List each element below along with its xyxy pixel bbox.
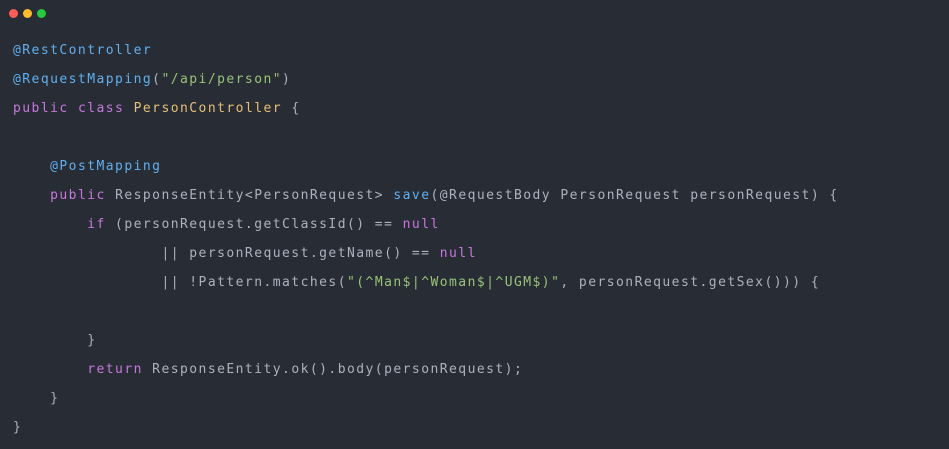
keyword-token: public bbox=[50, 188, 106, 203]
string-token: "/api/person" bbox=[161, 72, 283, 87]
keyword-token: null bbox=[439, 246, 477, 261]
type-token: ResponseEntity<PersonRequest> bbox=[115, 188, 385, 203]
code-line-9: || !Pattern.matches("(^Man$|^Woman$|^UGM… bbox=[13, 268, 839, 297]
code-line-2: @RequestMapping("/api/person") bbox=[13, 65, 839, 94]
code-line-7: if (personRequest.getClassId() == null bbox=[13, 210, 839, 239]
code-line-3: public class PersonController { bbox=[13, 94, 839, 123]
expression-token: || personRequest.getName() == bbox=[161, 246, 440, 261]
class-name-token: PersonController bbox=[133, 101, 283, 116]
args-token: (@RequestBody PersonRequest personReques… bbox=[430, 188, 839, 203]
keyword-token: public bbox=[13, 101, 69, 116]
code-line-1: @RestController bbox=[13, 36, 839, 65]
code-line-14: } bbox=[13, 413, 839, 442]
window-titlebar bbox=[0, 0, 949, 28]
expression-token: ResponseEntity.ok().body(personRequest); bbox=[142, 362, 524, 377]
code-line-11: } bbox=[13, 326, 839, 355]
code-block: @RestController @RequestMapping("/api/pe… bbox=[13, 36, 839, 442]
annotation-token: @RequestMapping bbox=[13, 72, 153, 87]
code-line-5: @PostMapping bbox=[13, 152, 839, 181]
paren-token: ) bbox=[282, 72, 292, 87]
code-line-13: } bbox=[13, 384, 839, 413]
expression-token: (personRequest.getClassId() == bbox=[105, 217, 403, 232]
annotation-token: @RestController bbox=[13, 43, 153, 58]
brace-token: { bbox=[291, 101, 301, 116]
expression-token: , personRequest.getSex())) { bbox=[560, 275, 821, 290]
code-line-6: public ResponseEntity<PersonRequest> sav… bbox=[13, 181, 839, 210]
maximize-window-button[interactable] bbox=[37, 9, 46, 18]
code-window: @RestController @RequestMapping("/api/pe… bbox=[0, 0, 949, 449]
code-line-12: return ResponseEntity.ok().body(personRe… bbox=[13, 355, 839, 384]
expression-token: || !Pattern.matches( bbox=[161, 275, 347, 290]
keyword-token: return bbox=[87, 362, 143, 377]
keyword-token: null bbox=[402, 217, 440, 232]
code-line-8: || personRequest.getName() == null bbox=[13, 239, 839, 268]
keyword-token: class bbox=[77, 101, 125, 116]
method-name-token: save bbox=[393, 188, 431, 203]
close-window-button[interactable] bbox=[9, 9, 18, 18]
minimize-window-button[interactable] bbox=[23, 9, 32, 18]
brace-token: } bbox=[50, 391, 60, 406]
brace-token: } bbox=[13, 420, 23, 435]
annotation-token: @PostMapping bbox=[50, 159, 162, 174]
keyword-token: if bbox=[87, 217, 106, 232]
brace-token: } bbox=[87, 333, 97, 348]
string-token: "(^Man$|^Woman$|^UGM$)" bbox=[346, 275, 561, 290]
